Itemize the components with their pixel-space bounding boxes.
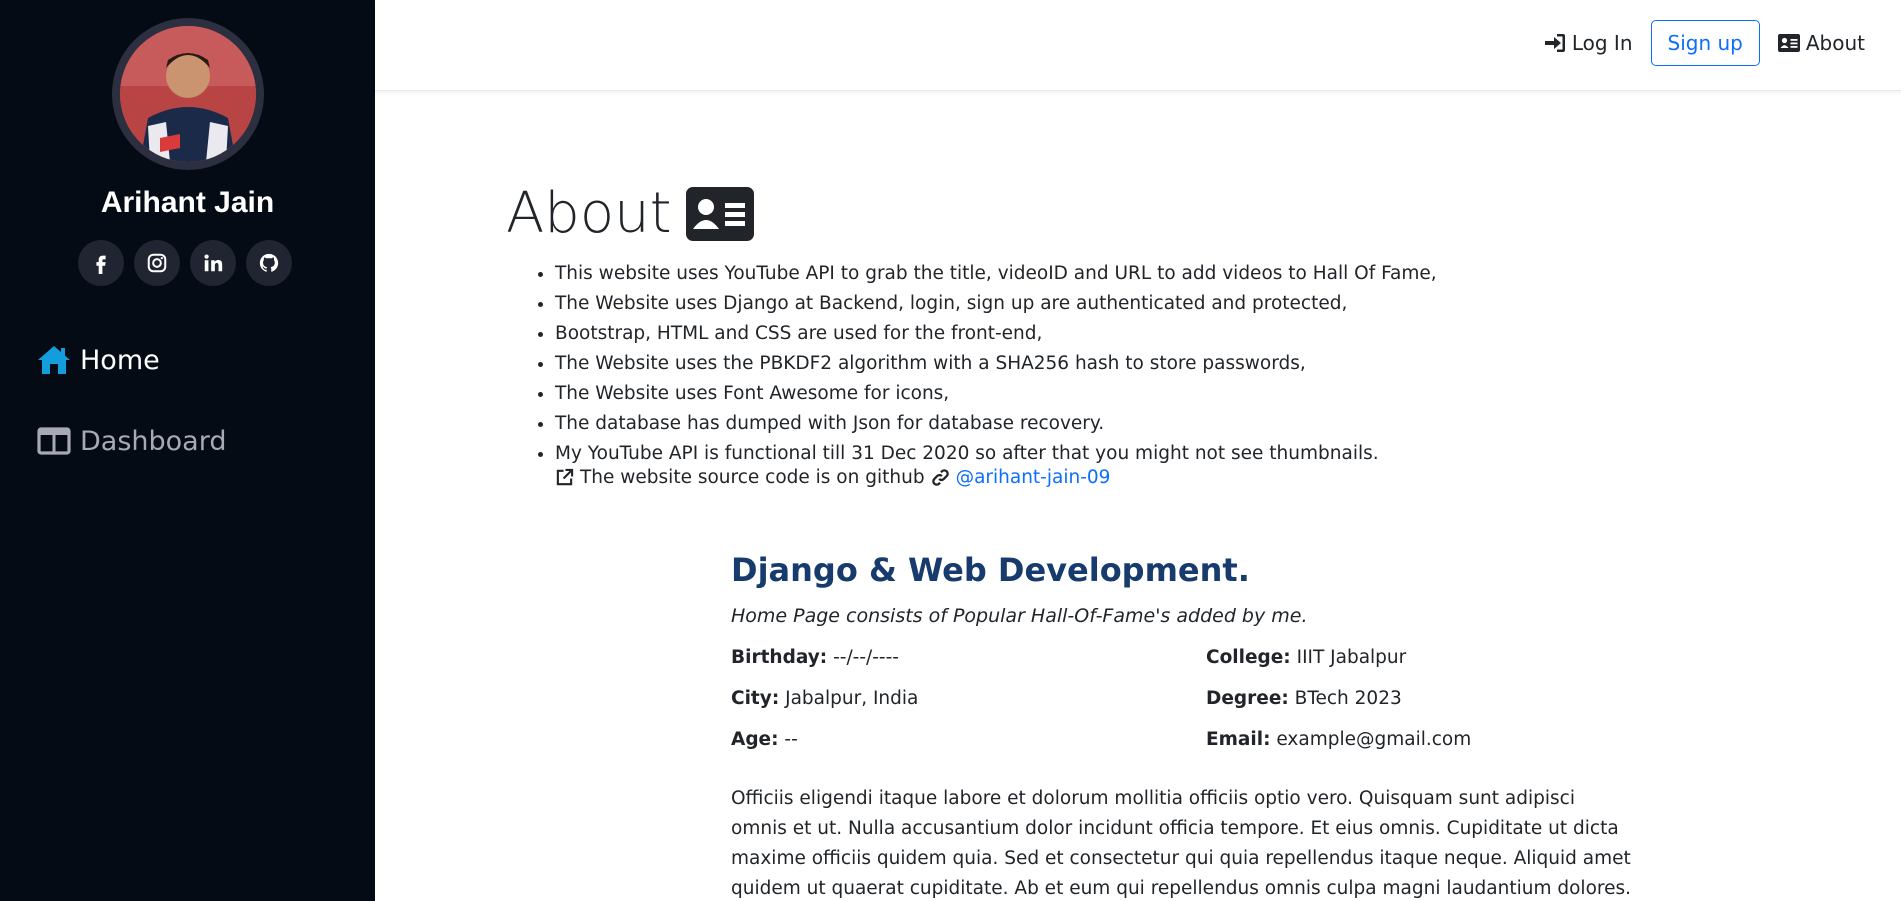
about-link[interactable]: About [1777,31,1865,55]
age-row: Age: -- [731,729,1206,750]
city-label: City: [731,688,780,709]
dashboard-icon [36,425,72,457]
linkedin-icon[interactable] [190,240,236,286]
email-row: Email: example@gmail.com [1206,729,1631,750]
page-title-text: About [506,181,672,246]
link-icon [931,469,949,486]
sidebar-nav: Home Dashboard [0,330,375,492]
city-row: City: Jabalpur, India [731,688,1206,709]
sidebar-item-home[interactable]: Home [0,330,375,390]
github-profile-link[interactable]: @arihant-jain-09 [956,467,1111,488]
external-link-icon [556,468,574,486]
avatar-image [120,26,256,162]
top-nav-links: Log In Sign up About [1544,20,1865,66]
degree-label: Degree: [1206,688,1289,709]
home-icon [36,344,72,376]
id-card-icon [1777,34,1800,52]
instagram-icon[interactable] [134,240,180,286]
sidebar: Arihant Jain Home Dashboard [0,0,375,901]
profile-name: Arihant Jain [100,186,275,219]
social-links [78,240,292,286]
list-item: My YouTube API is functional till 31 Dec… [555,439,1437,469]
list-item: The Website uses the PBKDF2 algorithm wi… [555,349,1437,379]
facebook-icon[interactable] [78,240,124,286]
login-label: Log In [1571,31,1633,55]
signup-button[interactable]: Sign up [1650,20,1760,66]
source-code-line: The website source code is on github @ar… [555,467,1110,488]
degree-row: Degree: BTech 2023 [1206,688,1631,709]
profile-section: Django & Web Development. Home Page cons… [731,551,1631,901]
main-content: About This website uses YouTube API to g… [375,91,1901,901]
avatar [112,18,264,170]
info-grid: Birthday: --/--/---- College: IIIT Jabal… [731,647,1631,750]
college-row: College: IIIT Jabalpur [1206,647,1631,668]
github-icon[interactable] [246,240,292,286]
list-item: This website uses YouTube API to grab th… [555,259,1437,289]
age-label: Age: [731,729,779,750]
college-label: College: [1206,647,1291,668]
birthday-label: Birthday: [731,647,828,668]
about-feature-list: This website uses YouTube API to grab th… [555,259,1437,469]
about-label: About [1805,31,1865,55]
list-item: The database has dumped with Json for da… [555,409,1437,439]
section-heading: Django & Web Development. [731,551,1250,589]
degree-value: BTech 2023 [1294,688,1402,709]
login-link[interactable]: Log In [1544,31,1633,55]
email-value: example@gmail.com [1276,729,1472,750]
list-item: The Website uses Django at Backend, logi… [555,289,1437,319]
sidebar-item-dashboard[interactable]: Dashboard [0,411,375,471]
age-value: -- [784,729,798,750]
sign-in-icon [1544,34,1565,52]
sidebar-item-label: Home [80,344,160,376]
page-title: About [506,181,754,246]
college-value: IIIT Jabalpur [1296,647,1407,668]
birthday-row: Birthday: --/--/---- [731,647,1206,668]
list-item: The Website uses Font Awesome for icons, [555,379,1437,409]
city-value: Jabalpur, India [785,688,919,709]
section-subtitle: Home Page consists of Popular Hall-Of-Fa… [731,605,1308,627]
email-label: Email: [1206,729,1271,750]
source-code-text: The website source code is on github [580,467,925,488]
id-card-icon [685,186,754,241]
birthday-value: --/--/---- [833,647,899,668]
list-item: Bootstrap, HTML and CSS are used for the… [555,319,1437,349]
section-description: Officiis eligendi itaque labore et dolor… [731,788,1631,899]
top-navbar: Log In Sign up About [375,0,1901,91]
sidebar-item-label: Dashboard [80,425,227,457]
